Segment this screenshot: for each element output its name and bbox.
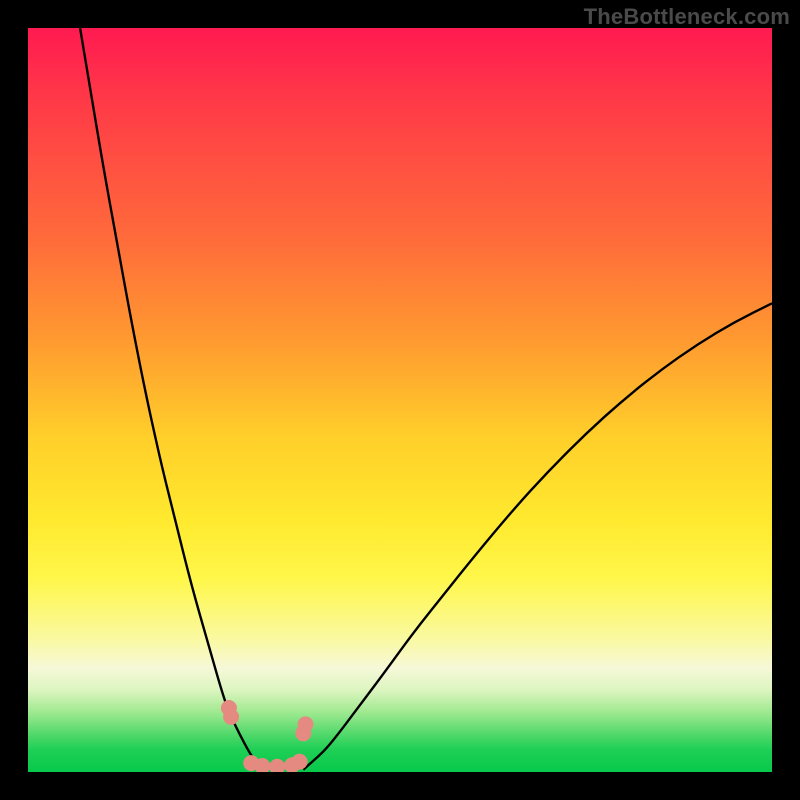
valley-dot: [223, 709, 239, 725]
chart-frame: TheBottleneck.com: [0, 0, 800, 800]
valley-dots: [221, 700, 314, 772]
plot-area: [28, 28, 772, 772]
valley-dot: [292, 754, 308, 770]
valley-dot: [298, 716, 314, 732]
valley-dot: [269, 759, 285, 772]
right-curve: [303, 303, 772, 770]
curve-group: [80, 28, 772, 770]
left-curve: [80, 28, 266, 770]
watermark-text: TheBottleneck.com: [584, 4, 790, 30]
curves-svg: [28, 28, 772, 772]
